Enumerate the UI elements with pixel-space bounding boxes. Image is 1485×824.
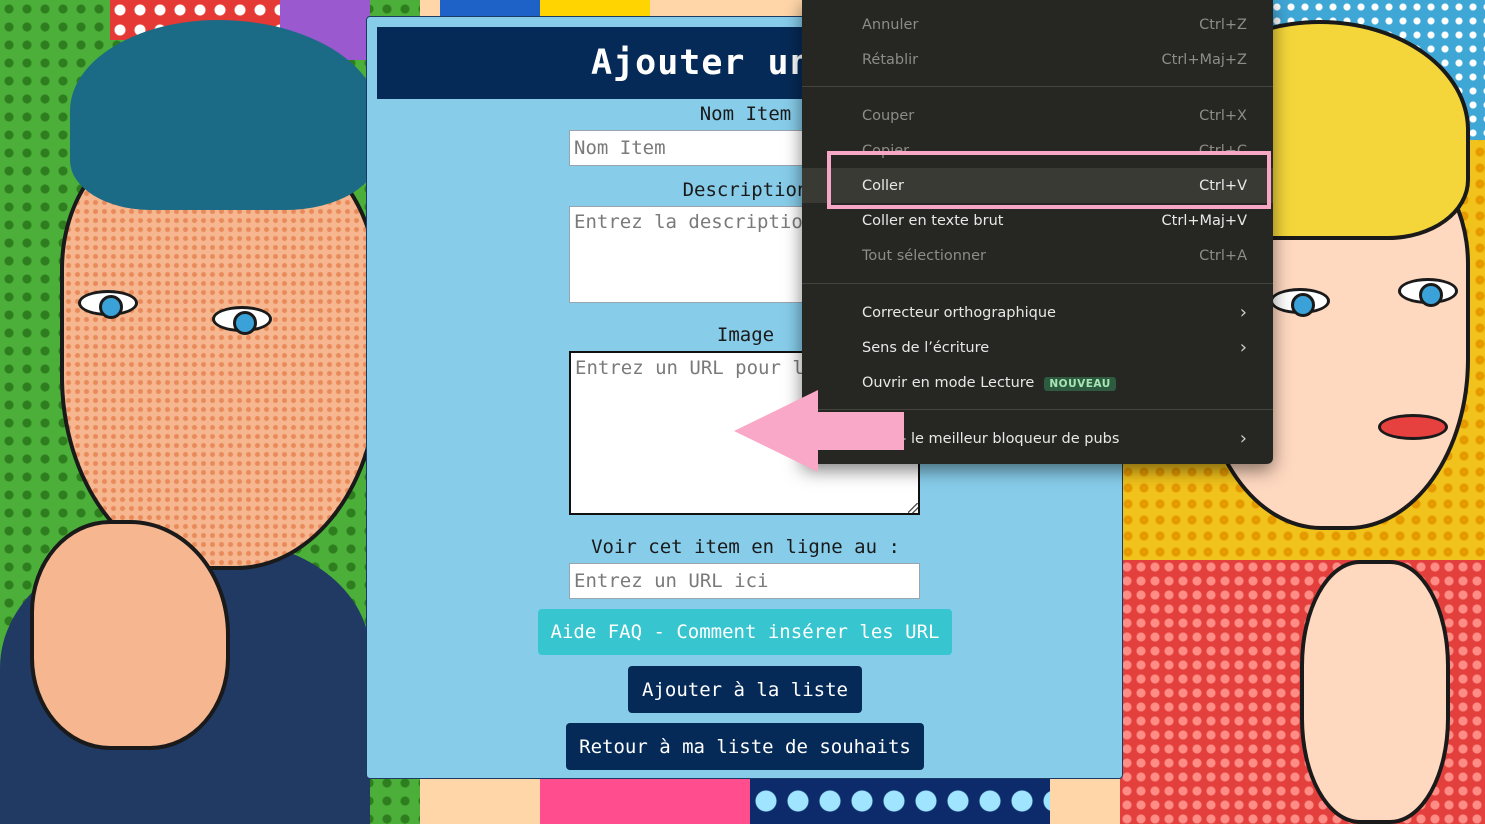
woman-right-eye (1398, 278, 1458, 307)
menu-item-redo[interactable]: Rétablir Ctrl+Maj+Z (802, 42, 1273, 77)
faq-button[interactable]: Aide FAQ - Comment insérer les URL (538, 609, 952, 655)
paste-highlight-box (827, 151, 1271, 209)
back-to-wishlist-button[interactable]: Retour à ma liste de souhaits (566, 723, 924, 770)
navy-dots-panel (750, 778, 1050, 824)
chevron-right-icon: › (1239, 428, 1247, 449)
woman-left-eye (1270, 288, 1330, 317)
new-badge: NOUVEAU (1044, 376, 1116, 391)
menu-item-shortcut: Ctrl+Maj+V (1161, 212, 1247, 229)
menu-item-label: Rétablir (862, 51, 919, 68)
menu-item-label: Correcteur orthographique (862, 304, 1056, 321)
chevron-right-icon: › (1239, 302, 1247, 323)
menu-item-select-all[interactable]: Tout sélectionner Ctrl+A (802, 238, 1273, 273)
menu-item-writing-direction[interactable]: Sens de l’écriture › (802, 330, 1273, 365)
menu-item-label: Ouvrir en mode Lecture (862, 374, 1035, 391)
pink-panel (540, 778, 750, 824)
menu-item-label-wrap: Ouvrir en mode Lecture NOUVEAU (862, 375, 1247, 391)
woman-lips (1378, 414, 1448, 440)
menu-item-label: Sens de l’écriture (862, 339, 990, 356)
menu-item-undo[interactable]: Annuler Ctrl+Z (802, 7, 1273, 42)
menu-item-label: Tout sélectionner (862, 247, 986, 264)
man-left-eye (78, 290, 138, 319)
yellow-panel (540, 0, 650, 16)
man-hand (30, 520, 230, 750)
menu-item-shortcut: Ctrl+X (1199, 107, 1247, 124)
menu-item-shortcut: Ctrl+Z (1199, 16, 1247, 33)
resize-grip-icon[interactable] (908, 503, 918, 513)
menu-item-spellcheck[interactable]: Correcteur orthographique › (802, 295, 1273, 330)
chevron-right-icon: › (1239, 337, 1247, 358)
menu-separator (802, 86, 1273, 87)
pink-arrow-icon (734, 390, 904, 472)
woman-hand (1300, 560, 1450, 824)
menu-item-label: Annuler (862, 16, 919, 33)
man-right-eye (212, 306, 272, 335)
blue-panel (440, 0, 550, 16)
menu-item-cut[interactable]: Couper Ctrl+X (802, 98, 1273, 133)
link-url-input[interactable] (569, 563, 920, 599)
menu-item-label: Couper (862, 107, 915, 124)
add-to-list-button[interactable]: Ajouter à la liste (628, 666, 862, 713)
menu-item-shortcut: Ctrl+Maj+Z (1161, 51, 1247, 68)
menu-separator (802, 283, 1273, 284)
menu-item-label: Coller en texte brut (862, 212, 1004, 229)
link-label: Voir cet item en ligne au : (591, 536, 900, 558)
menu-item-label: ock — le meilleur bloqueur de pubs (862, 430, 1120, 447)
menu-item-shortcut: Ctrl+A (1199, 247, 1247, 264)
